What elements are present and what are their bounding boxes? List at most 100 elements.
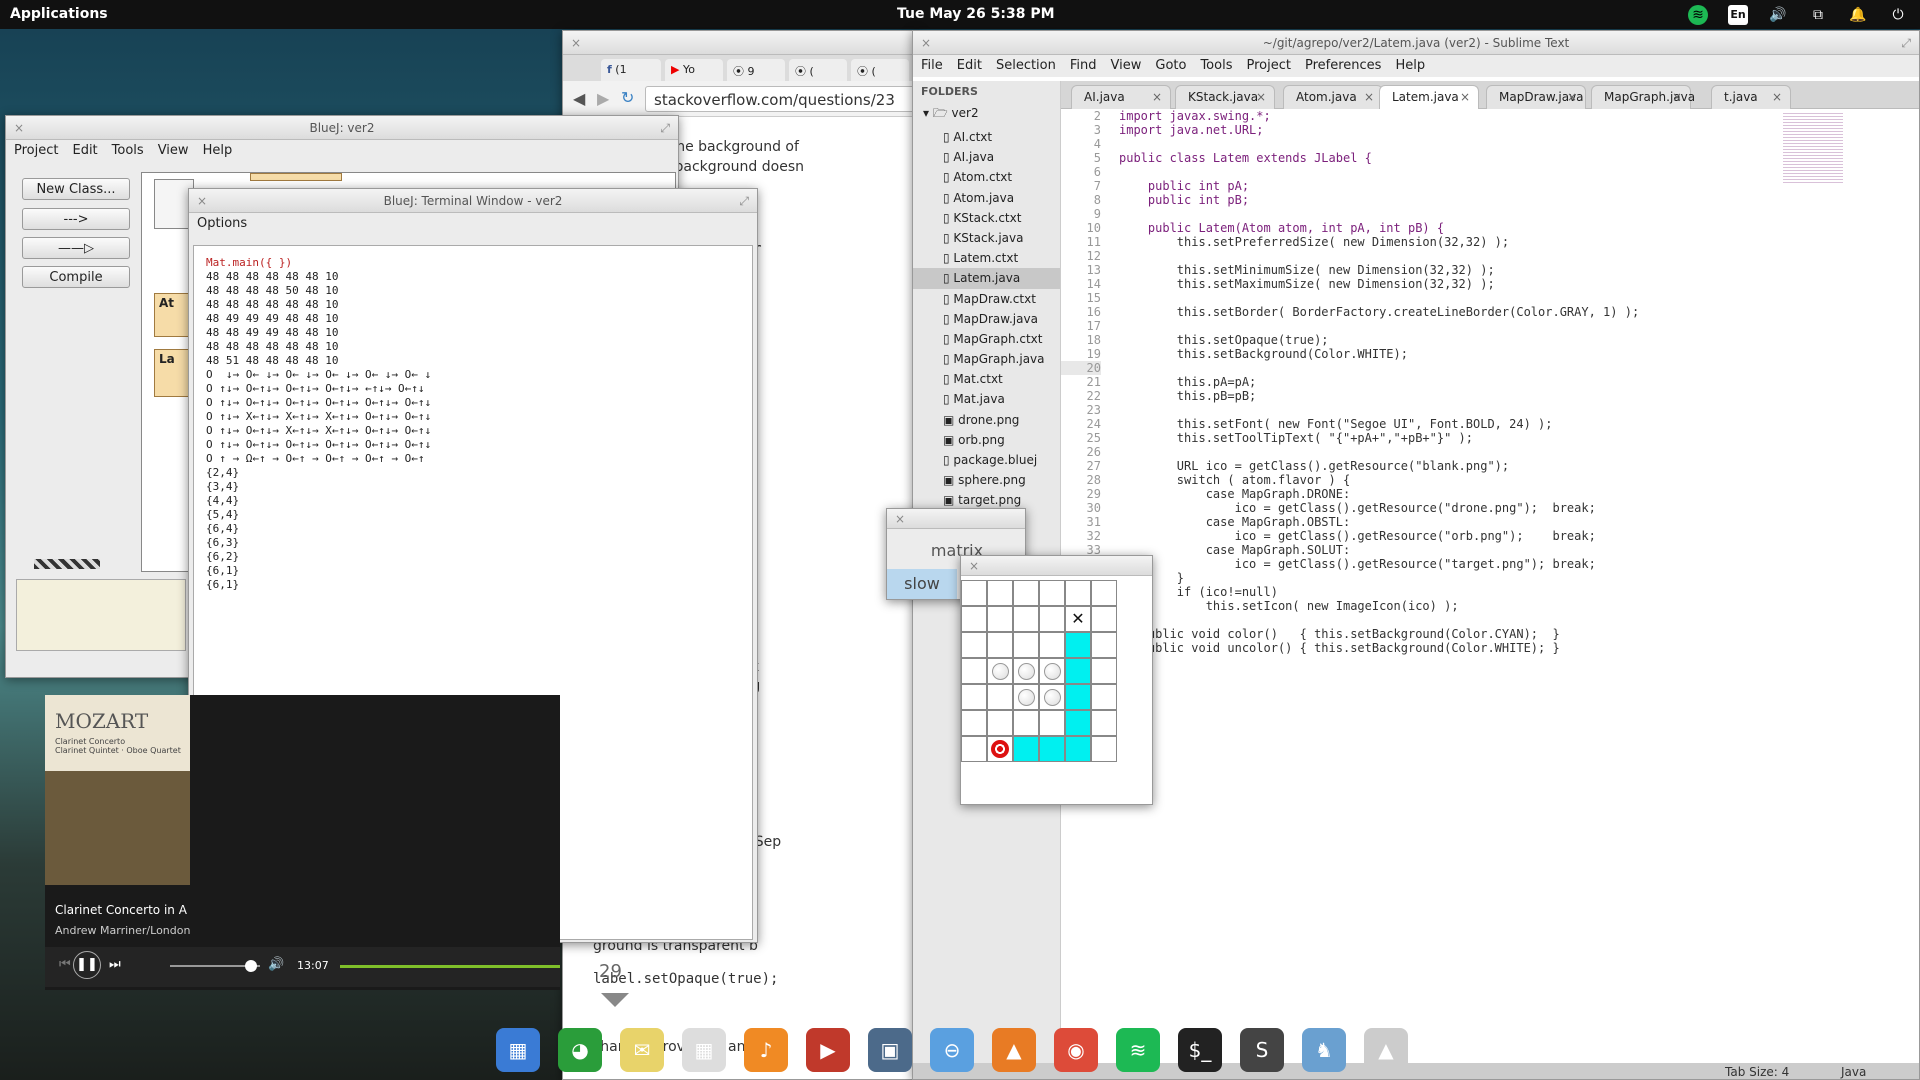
menu-file[interactable]: File <box>921 58 943 73</box>
class-box[interactable] <box>250 173 342 181</box>
calendar-icon[interactable]: ▦ <box>682 1028 726 1072</box>
sidebar-file[interactable]: ▯ MapGraph.ctxt <box>913 329 1060 349</box>
sidebar-file[interactable]: ▯ package.bluej <box>913 450 1060 470</box>
appcenter-icon[interactable]: ▲ <box>992 1028 1036 1072</box>
terminal-icon[interactable]: $_ <box>1178 1028 1222 1072</box>
network-icon[interactable]: ⧉ <box>1808 5 1828 25</box>
files-icon[interactable]: ▦ <box>496 1028 540 1072</box>
sidebar-file-label: Atom.ctxt <box>953 170 1013 185</box>
tab-t-java[interactable]: t.java × <box>1711 85 1791 109</box>
object-bench[interactable] <box>16 579 186 651</box>
volume-slider-handle[interactable] <box>245 960 257 972</box>
album-art[interactable]: MOZART Clarinet Concerto Clarinet Quinte… <box>45 695 190 885</box>
notifications-icon[interactable]: 🔔 <box>1848 5 1868 25</box>
folder-root[interactable]: ▾ 🗁 ver2 <box>913 102 1060 127</box>
photos-icon[interactable]: ▣ <box>868 1028 912 1072</box>
menu-tools[interactable]: Tools <box>112 143 144 158</box>
menu-item-slow[interactable]: slow <box>887 569 957 599</box>
downvote-icon[interactable] <box>601 993 629 1007</box>
sidebar-file[interactable]: ▯ Atom.java <box>913 188 1060 208</box>
sidebar-file[interactable]: ▣ drone.png <box>913 410 1060 430</box>
close-icon[interactable]: × <box>1152 90 1162 104</box>
menu-edit[interactable]: Edit <box>72 143 97 158</box>
code-editor[interactable]: 2 3 4 5 6 7 8 9 10 11 12 13 14 15 16 17 18 19 20 21 22 23 24 25… <box>1061 109 1919 1079</box>
menu-find[interactable]: Find <box>1070 58 1097 73</box>
sidebar-file[interactable]: ▯ KStack.java <box>913 228 1060 248</box>
menu-preferences[interactable]: Preferences <box>1305 58 1381 73</box>
tab-latem-java[interactable]: Latem.java × <box>1379 85 1479 109</box>
new-class-button[interactable]: New Class... <box>22 178 130 200</box>
clock[interactable]: Tue May 26 5:38 PM <box>897 6 1055 22</box>
tab-size[interactable]: Tab Size: 4 <box>1725 1065 1789 1079</box>
next-icon[interactable]: ⏭ <box>109 957 121 972</box>
switchboard-icon[interactable]: ⊖ <box>930 1028 974 1072</box>
menu-tools[interactable]: Tools <box>1200 58 1232 73</box>
sidebar-file[interactable]: ▯ Mat.java <box>913 389 1060 409</box>
tab-mapgraph-java[interactable]: MapGraph.java × <box>1591 85 1695 109</box>
tab-kstack-java[interactable]: KStack.java × <box>1175 85 1275 109</box>
sidebar-file[interactable]: ▣ sphere.png <box>913 470 1060 490</box>
sidebar-file[interactable]: ▯ MapDraw.ctxt <box>913 289 1060 309</box>
sidebar-file[interactable]: ▯ AI.ctxt <box>913 127 1060 147</box>
video-icon[interactable]: ▶ <box>806 1028 850 1072</box>
close-icon[interactable]: × <box>1460 90 1470 104</box>
keyboard-layout-indicator[interactable]: En <box>1728 5 1748 25</box>
sidebar-file[interactable]: ▯ Mat.ctxt <box>913 369 1060 389</box>
menu-help[interactable]: Help <box>203 143 233 158</box>
menu-project[interactable]: Project <box>14 143 58 158</box>
syntax-label[interactable]: Java <box>1841 1065 1866 1079</box>
close-icon[interactable]: × <box>1672 90 1682 104</box>
maximize-icon[interactable]: ⤢ <box>739 189 749 213</box>
close-icon[interactable]: × <box>895 509 905 529</box>
sidebar-file[interactable]: ▯ MapGraph.java <box>913 349 1060 369</box>
speaker-icon[interactable]: 🔊 <box>268 957 284 972</box>
tab-atom-java[interactable]: Atom.java × <box>1283 85 1383 109</box>
minimap[interactable] <box>1783 113 1853 193</box>
sidebar-file[interactable]: ▯ KStack.ctxt <box>913 208 1060 228</box>
chrome-icon[interactable]: ◉ <box>1054 1028 1098 1072</box>
bluej-icon[interactable]: ♞ <box>1302 1028 1346 1072</box>
menu-view[interactable]: View <box>1111 58 1142 73</box>
inherits-arrow-button[interactable]: ——▷ <box>22 237 130 259</box>
close-icon[interactable]: × <box>1364 90 1374 104</box>
music-icon[interactable]: ♪ <box>744 1028 788 1072</box>
menu-project[interactable]: Project <box>1246 58 1290 73</box>
compile-button[interactable]: Compile <box>22 266 130 288</box>
close-icon[interactable]: × <box>969 556 979 576</box>
menu-options[interactable]: Options <box>197 216 247 231</box>
power-icon[interactable]: ⏻ <box>1888 5 1908 25</box>
menu-goto[interactable]: Goto <box>1155 58 1186 73</box>
volume-icon[interactable]: 🔊 <box>1768 5 1788 25</box>
menu-selection[interactable]: Selection <box>996 58 1056 73</box>
maximize-icon[interactable]: ⤢ <box>1901 31 1911 55</box>
sidebar-file[interactable]: ▯ Latem.ctxt <box>913 248 1060 268</box>
menu-edit[interactable]: Edit <box>957 58 982 73</box>
close-icon[interactable]: × <box>1772 90 1782 104</box>
maximize-icon[interactable]: ⤢ <box>660 116 670 140</box>
browser-icon[interactable]: ◕ <box>558 1028 602 1072</box>
close-icon[interactable]: × <box>1567 90 1577 104</box>
tab-mapdraw-java[interactable]: MapDraw.java × <box>1486 85 1586 109</box>
close-icon[interactable]: × <box>1256 90 1266 104</box>
pause-icon[interactable]: ❚❚ <box>73 951 101 979</box>
sidebar-file[interactable]: ▯ Atom.ctxt <box>913 167 1060 187</box>
greenfoot-icon[interactable]: ▲ <box>1364 1028 1408 1072</box>
sidebar-file[interactable]: ▯ MapDraw.java <box>913 309 1060 329</box>
close-icon[interactable]: × <box>197 189 207 213</box>
sidebar-file[interactable]: ▣ orb.png <box>913 430 1060 450</box>
sidebar-file[interactable]: ▯ AI.java <box>913 147 1060 167</box>
spotify-tray-icon[interactable]: ≋ <box>1688 5 1708 25</box>
applications-menu[interactable]: Applications <box>10 6 108 22</box>
tab-ai-java[interactable]: AI.java × <box>1071 85 1171 109</box>
sublime-icon[interactable]: S <box>1240 1028 1284 1072</box>
spotify-icon[interactable]: ≋ <box>1116 1028 1160 1072</box>
close-icon[interactable]: × <box>921 31 931 55</box>
menu-help[interactable]: Help <box>1395 58 1425 73</box>
close-icon[interactable]: × <box>14 116 24 140</box>
progress-bar[interactable] <box>340 965 560 968</box>
previous-icon[interactable]: ⏮ <box>59 957 71 972</box>
sidebar-file[interactable]: ▯ Latem.java <box>913 268 1060 289</box>
menu-view[interactable]: View <box>158 143 189 158</box>
mail-icon[interactable]: ✉ <box>620 1028 664 1072</box>
uses-arrow-button[interactable]: ---> <box>22 208 130 230</box>
